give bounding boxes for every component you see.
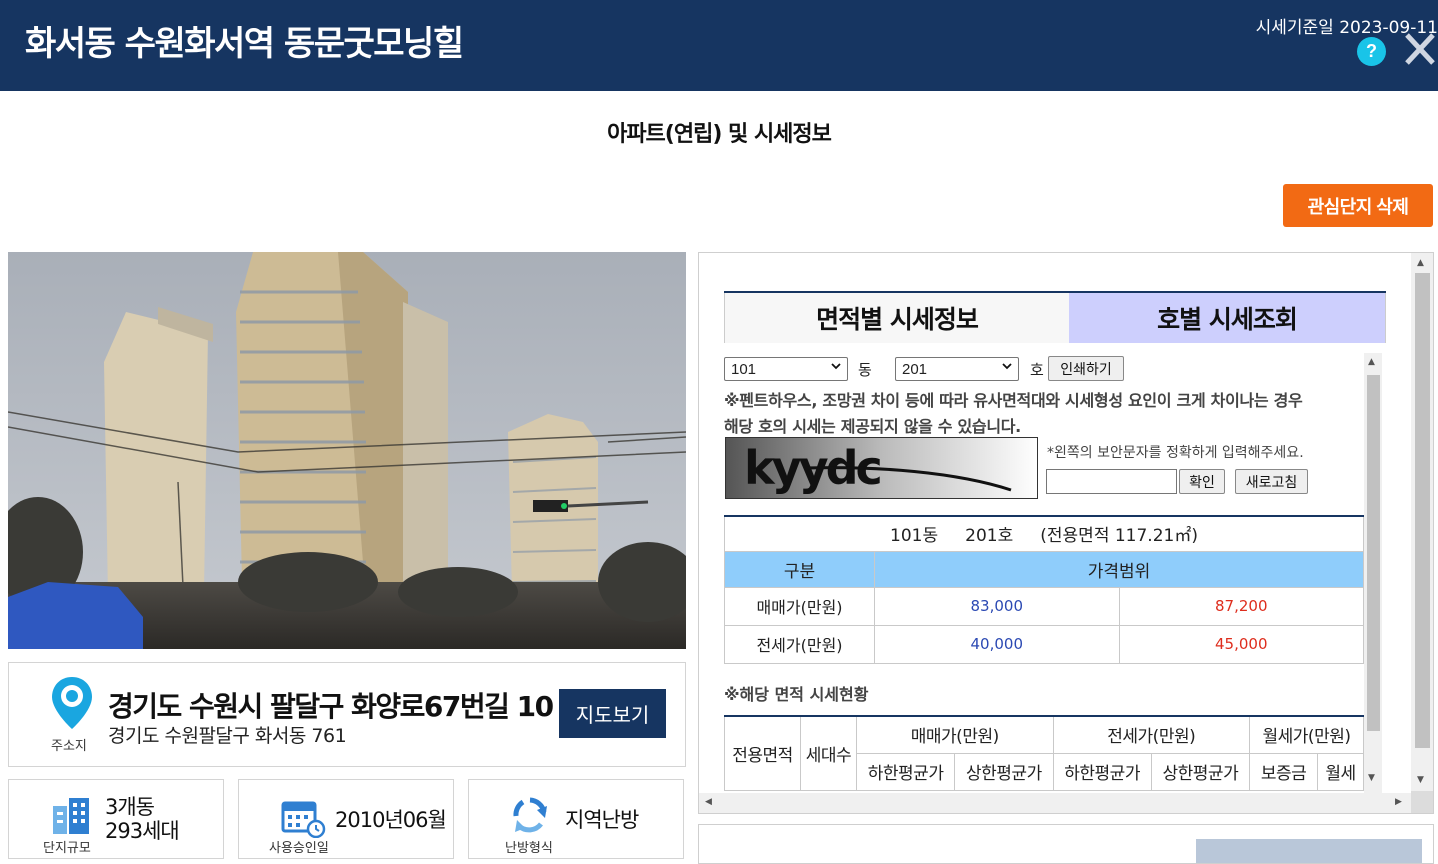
map-view-button[interactable]: 지도보기 xyxy=(559,689,666,738)
scroll-left-icon[interactable]: ◀ xyxy=(705,797,712,807)
unit-price-content: 101 동 201 호 인쇄하기 ※펜트하우스, 조망권 차이 등에 따라 유사… xyxy=(724,353,1386,793)
result-ho: 201호 xyxy=(965,526,1014,547)
area-status-notice: ※해당 면적 시세현황 xyxy=(724,685,869,704)
section-title: 아파트(연립) 및 시세정보 xyxy=(607,122,832,147)
chevron-down-icon xyxy=(1002,363,1012,370)
scroll-down-icon[interactable]: ▼ xyxy=(1368,773,1375,783)
dong-select-value: 101 xyxy=(731,360,757,378)
scroll-right-icon[interactable]: ▶ xyxy=(1395,797,1402,807)
col-households: 세대수 xyxy=(800,715,857,791)
captcha-hint: *왼쪽의 보안문자를 정확하게 입력해주세요. xyxy=(1047,445,1304,461)
col-group-monthly: 월세가(만원) xyxy=(1249,715,1364,754)
captcha-refresh-button[interactable]: 새로고침 xyxy=(1235,469,1308,494)
col-monthly-rent: 월세 xyxy=(1317,752,1364,791)
address-label: 주소지 xyxy=(51,739,87,754)
heating-type-label: 난방형식 xyxy=(505,841,553,856)
next-panel-image xyxy=(1196,839,1422,863)
heating-type: 지역난방 xyxy=(565,808,639,832)
sale-low-price: 83,000 xyxy=(874,586,1120,626)
row-label-jeonse: 전세가(만원) xyxy=(724,624,875,664)
tab-area-price[interactable]: 면적별 시세정보 xyxy=(724,293,1069,343)
col-jeonse-low-avg: 하한평균가 xyxy=(1052,752,1152,791)
col-category: 구분 xyxy=(724,550,875,588)
page-title: 화서동 수원화서역 동문굿모닝힐 xyxy=(25,24,464,64)
approval-date-label: 사용승인일 xyxy=(269,841,329,856)
print-button[interactable]: 인쇄하기 xyxy=(1048,356,1124,381)
jeonse-low-price: 40,000 xyxy=(874,624,1120,664)
building-icon xyxy=(53,798,89,834)
approval-date: 2010년06월 xyxy=(335,808,447,832)
scroll-up-icon[interactable]: ▲ xyxy=(1368,357,1375,367)
col-price-range: 가격범위 xyxy=(874,550,1364,588)
next-panel xyxy=(698,824,1434,864)
frame-scroll-thumb[interactable] xyxy=(1415,273,1430,748)
unit-summary: 101동 201호 (전용면적 117.21㎡) xyxy=(724,515,1364,552)
col-jeonse-high-avg: 상한평균가 xyxy=(1150,752,1251,791)
complex-size-label: 단지규모 xyxy=(43,841,91,856)
dong-select[interactable]: 101 xyxy=(724,357,848,381)
col-group-jeonse: 전세가(만원) xyxy=(1052,715,1250,754)
complex-size-card: 3개동 293세대 단지규모 xyxy=(8,779,224,859)
result-dong: 101동 xyxy=(890,526,939,547)
area-status-table: 전용면적 세대수 매매가(만원) 전세가(만원) 월세가(만원) 하한평균가 상… xyxy=(724,715,1364,791)
col-sale-low-avg: 하한평균가 xyxy=(855,752,956,791)
price-tabs: 면적별 시세정보 호별 시세조회 xyxy=(724,291,1386,343)
header-bar: 화서동 수원화서역 동문굿모닝힐 시세기준일 2023-09-11 ? xyxy=(0,0,1438,91)
unit-price-table: 101동 201호 (전용면적 117.21㎡) 구분 가격범위 매매가(만원)… xyxy=(724,515,1364,664)
col-sale-high-avg: 상한평균가 xyxy=(954,752,1054,791)
heating-type-card: 지역난방 난방형식 xyxy=(468,779,684,859)
dong-unit: 동 xyxy=(858,361,872,379)
jeonse-high-price: 45,000 xyxy=(1118,624,1364,664)
sale-high-price: 87,200 xyxy=(1118,586,1364,626)
ho-select-value: 201 xyxy=(902,360,928,378)
captcha-image: kyydc xyxy=(725,437,1038,499)
ho-unit: 호 xyxy=(1030,361,1044,379)
col-exclusive-area: 전용면적 xyxy=(724,715,801,791)
lot-address: 경기도 수원팔달구 화서동 761 xyxy=(108,725,347,747)
calendar-icon xyxy=(281,801,326,838)
notice-line-1: ※펜트하우스, 조망권 차이 등에 따라 유사면적대와 시세형성 요인이 크게 … xyxy=(724,391,1303,410)
price-inquiry-frame: 면적별 시세정보 호별 시세조회 101 동 201 호 인쇄하기 ※펜트하우스… xyxy=(698,252,1434,814)
row-label-sale: 매매가(만원) xyxy=(724,586,875,626)
scroll-corner xyxy=(1411,791,1433,813)
captcha-confirm-button[interactable]: 확인 xyxy=(1179,469,1225,494)
inner-scroll-thumb[interactable] xyxy=(1367,375,1380,731)
frame-horizontal-scrollbar[interactable]: ◀ ▶ xyxy=(699,793,1413,813)
chevron-down-icon xyxy=(831,363,841,370)
notice-line-2: 해당 호의 시세는 제공되지 않을 수 있습니다. xyxy=(724,417,1021,436)
household-count: 293세대 xyxy=(105,819,180,843)
apartment-photo xyxy=(8,252,686,649)
captcha-input[interactable] xyxy=(1046,469,1177,494)
inner-vertical-scrollbar[interactable]: ▲ ▼ xyxy=(1364,353,1382,793)
col-group-sale: 매매가(만원) xyxy=(856,715,1054,754)
address-panel: 주소지 경기도 수원시 팔달구 화양로67번길 10 경기도 수원팔달구 화서동… xyxy=(8,662,686,767)
delete-interest-button[interactable]: 관심단지 삭제 xyxy=(1283,184,1433,227)
map-pin-icon xyxy=(52,677,92,729)
building-count: 3개동 xyxy=(105,795,155,819)
tab-unit-price[interactable]: 호별 시세조회 xyxy=(1069,293,1386,343)
frame-vertical-scrollbar[interactable]: ▲ ▼ xyxy=(1411,253,1433,793)
scroll-down-icon[interactable]: ▼ xyxy=(1417,775,1424,785)
ho-select[interactable]: 201 xyxy=(895,357,1019,381)
scroll-up-icon[interactable]: ▲ xyxy=(1417,258,1424,268)
col-deposit: 보증금 xyxy=(1248,752,1319,791)
close-icon[interactable] xyxy=(1403,31,1437,67)
approval-date-card: 2010년06월 사용승인일 xyxy=(238,779,454,859)
recycle-arrows-icon xyxy=(513,797,547,833)
question-circle-icon[interactable]: ? xyxy=(1357,37,1386,66)
road-address: 경기도 수원시 팔달구 화양로67번길 10 xyxy=(108,690,554,723)
result-area: (전용면적 117.21㎡) xyxy=(1040,526,1198,547)
